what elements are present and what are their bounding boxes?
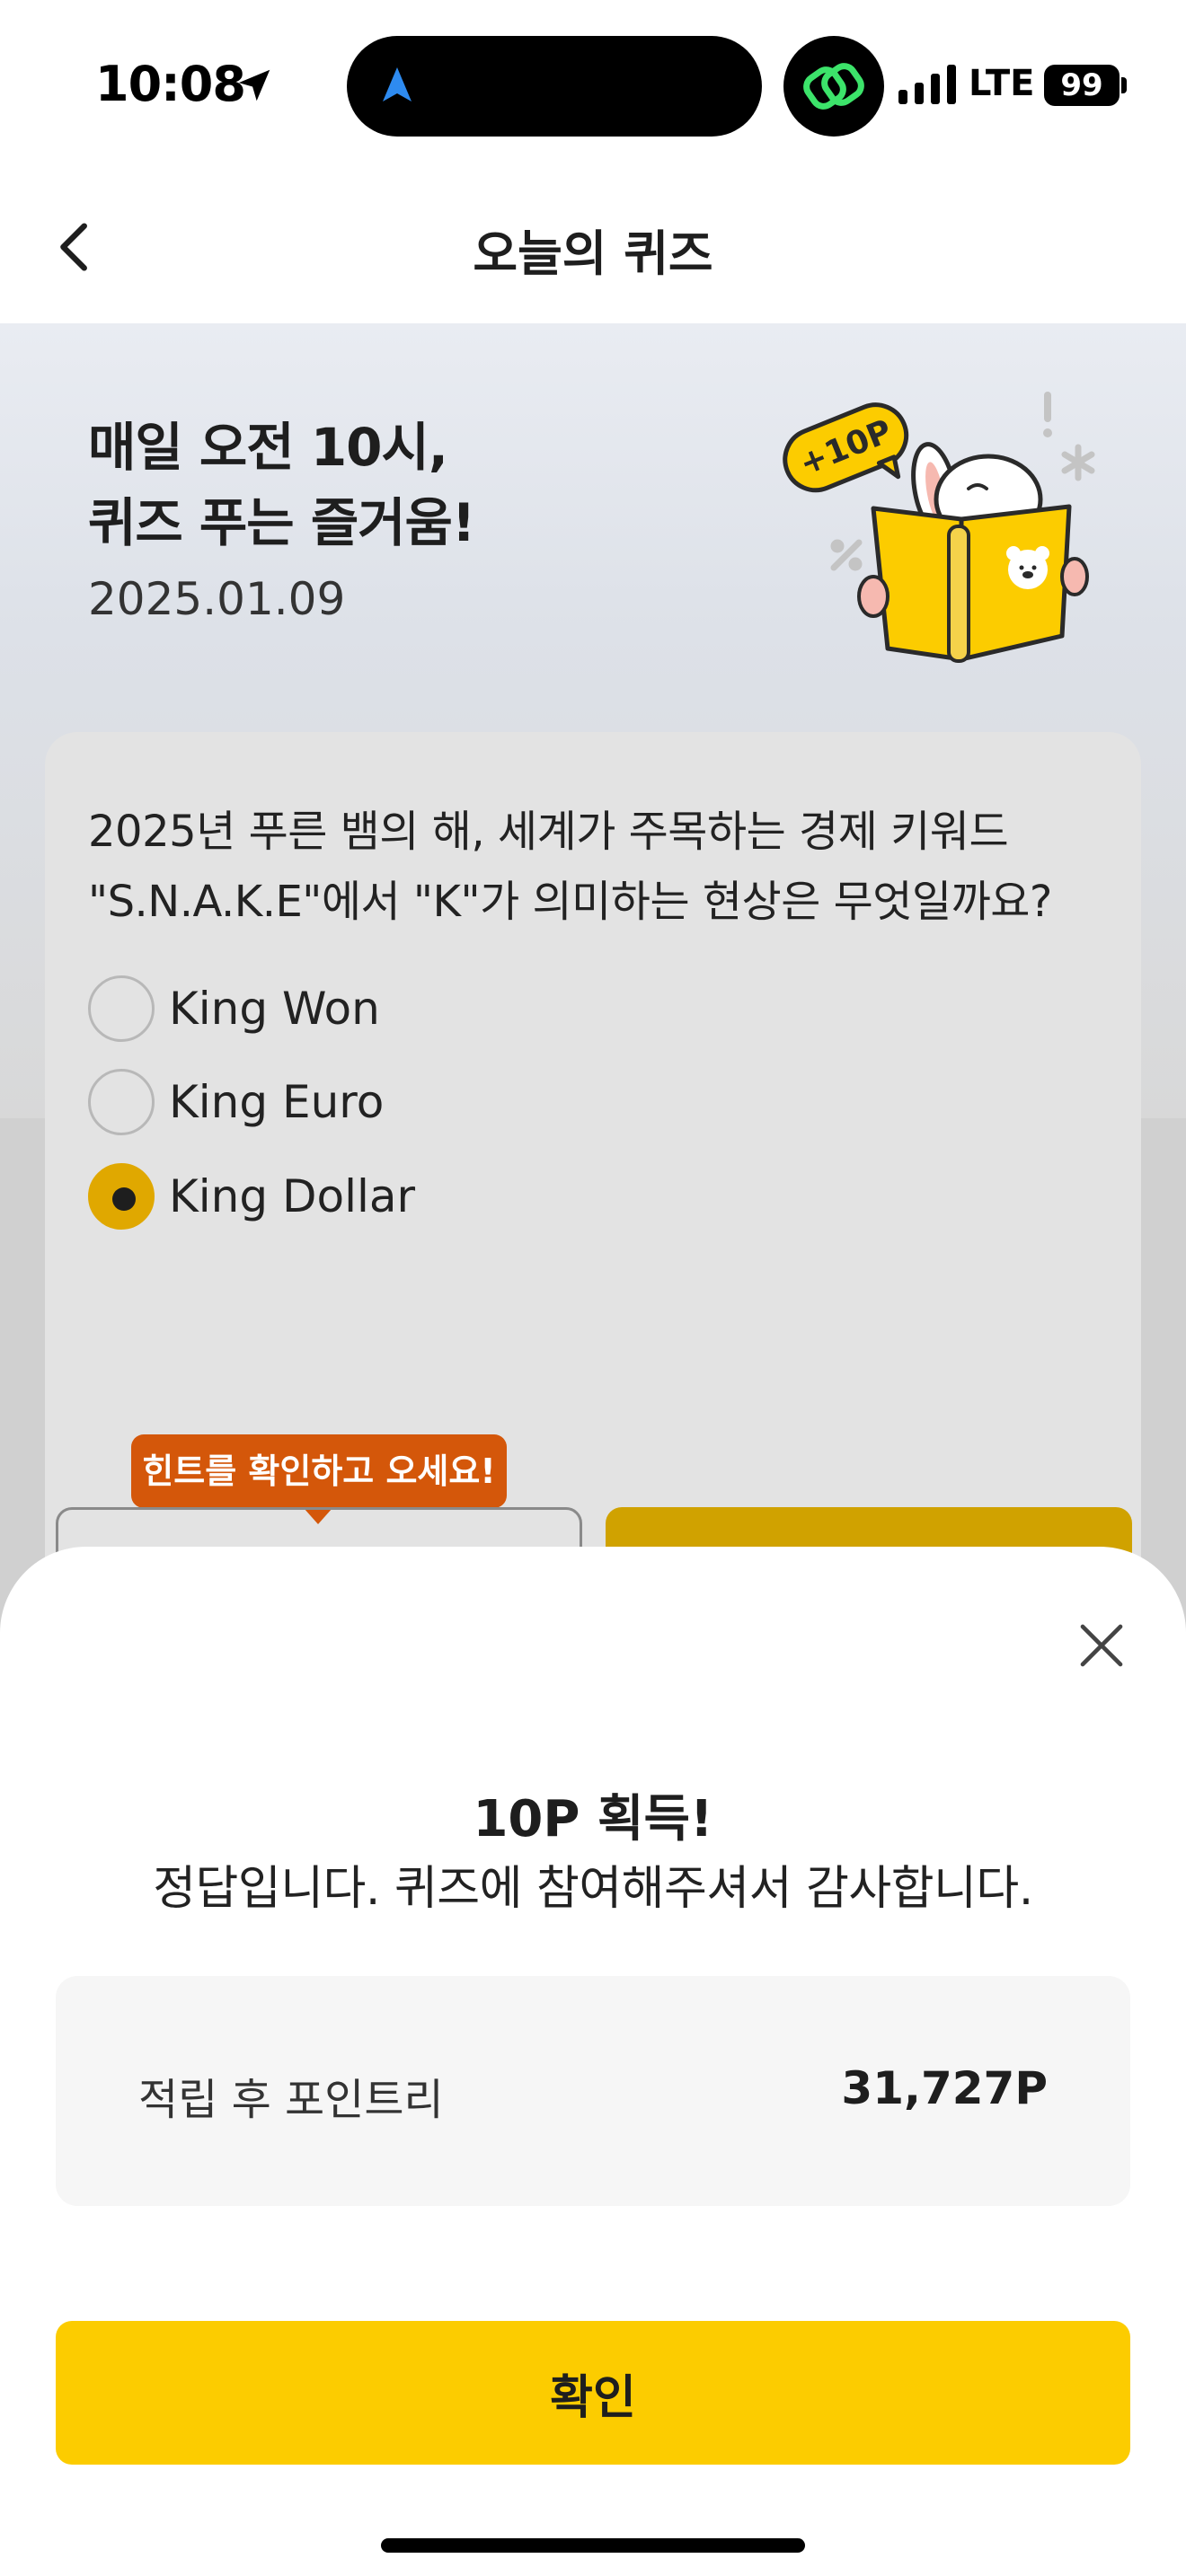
option-king-won[interactable]: King Won	[88, 973, 380, 1045]
points-label: 적립 후 포인트리	[138, 2075, 444, 2125]
radio-king-won[interactable]	[88, 975, 155, 1042]
hero-title-line1: 매일 오전 10시,	[88, 417, 448, 478]
result-bottom-sheet: 10P 획득! 정답입니다. 퀴즈에 참여해주셔서 감사합니다. 적립 후 포인…	[0, 1547, 1186, 2576]
result-title: 10P 획득!	[473, 1790, 713, 1848]
confirm-button[interactable]: 확인	[56, 2321, 1130, 2465]
option-label: King Dollar	[169, 1170, 416, 1222]
points-value: 31,727P	[841, 2062, 1048, 2114]
nav-bar: 오늘의 퀴즈	[0, 171, 1186, 323]
link-icon	[803, 63, 864, 110]
network-type: LTE	[969, 63, 1035, 104]
option-label: King Euro	[169, 1076, 385, 1128]
percent-icon	[830, 539, 863, 571]
page-title: 오늘의 퀴즈	[473, 225, 713, 282]
radio-king-euro[interactable]	[88, 1069, 155, 1135]
quiz-question: 2025년 푸른 뱀의 해, 세계가 주목하는 경제 키워드 "S.N.A.K.…	[88, 797, 1103, 937]
home-indicator	[381, 2538, 805, 2553]
option-king-dollar[interactable]: King Dollar	[88, 1160, 415, 1232]
result-message: 정답입니다. 퀴즈에 참여해주셔서 감사합니다.	[153, 1862, 1033, 1916]
points-summary-box: 적립 후 포인트리 31,727P	[56, 1976, 1130, 2206]
quiz-question-line1: 2025년 푸른 뱀의 해, 세계가 주목하는 경제 키워드	[88, 807, 1009, 857]
quiz-date: 2025.01.09	[88, 573, 346, 625]
radio-king-dollar-selected[interactable]	[88, 1163, 155, 1230]
rabbit-reading-book-illustration: +10P	[783, 392, 1095, 663]
status-time: 10:08	[95, 56, 246, 112]
option-label: King Won	[169, 983, 380, 1035]
close-icon[interactable]	[1076, 1620, 1127, 1671]
link-app-badge	[783, 36, 884, 137]
option-king-euro[interactable]: King Euro	[88, 1066, 384, 1138]
hint-tooltip: 힌트를 확인하고 오세요!	[131, 1434, 507, 1524]
hero-title: 매일 오전 10시, 퀴즈 푸는 즐거움!	[88, 410, 475, 560]
cellular-signal-icon	[898, 65, 956, 104]
quiz-question-line2: "S.N.A.K.E"에서 "K"가 의미하는 현상은 무엇일까요?	[88, 877, 1052, 927]
asterisk-icon	[1061, 444, 1095, 481]
battery-icon: 99	[1044, 65, 1120, 106]
sparkle-icon	[1044, 392, 1051, 422]
status-bar: 10:08 LTE 99	[0, 0, 1186, 171]
location-arrow-icon	[238, 69, 270, 101]
battery-tip	[1121, 77, 1127, 93]
hero-title-line2: 퀴즈 푸는 즐거움!	[88, 492, 475, 553]
navigation-arrow-icon	[383, 67, 412, 101]
